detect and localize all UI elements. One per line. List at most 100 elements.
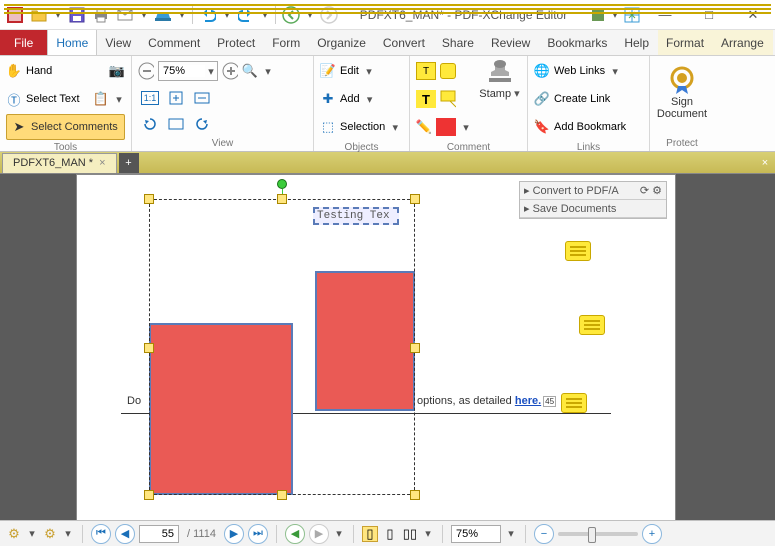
select-comments-tool[interactable]: ➤Select Comments [6,114,125,140]
nav-back-button[interactable]: ◀ [285,524,305,544]
sticky-note-icon[interactable] [440,63,456,79]
tab-protect[interactable]: Protect [209,30,264,55]
resize-handle[interactable] [410,194,420,204]
document-canvas[interactable]: ▸ Convert to PDF/A⟳ ⚙ ▸ Save Documents T… [0,174,775,520]
app-icon[interactable] [4,4,26,26]
sign-document-button[interactable]: Sign Document [656,58,708,120]
zoom-in-button[interactable]: + [642,524,662,544]
add-menu[interactable]: ✚Add▾ [320,86,403,112]
snapshot-icon[interactable]: 📷 [109,63,125,79]
back-icon[interactable] [280,4,302,26]
stamp-button[interactable]: Stamp ▾ [478,58,521,100]
print-icon[interactable] [90,4,112,26]
zoom-out-icon[interactable] [138,63,154,79]
file-menu[interactable]: File [0,30,47,55]
panel-convert[interactable]: ▸ Convert to PDF/A⟳ ⚙ [520,182,666,200]
mail-dropdown[interactable]: ▾ [138,8,150,21]
options2-icon[interactable]: ⚙ [42,526,58,542]
page-input[interactable] [139,525,179,543]
rotate-cw-icon[interactable] [190,112,214,136]
sticky-note[interactable] [565,241,591,261]
rotate-handle[interactable] [277,179,287,189]
nav-fwd-button[interactable]: ▶ [309,524,329,544]
add-bookmark-button[interactable]: 🔖Add Bookmark [534,114,643,140]
create-link-button[interactable]: 🔗Create Link [534,86,643,112]
tab-share[interactable]: Share [434,30,483,55]
open-dropdown[interactable]: ▾ [52,8,64,21]
resize-handle[interactable] [277,490,287,500]
open-icon[interactable] [28,4,50,26]
undo-dropdown[interactable]: ▾ [221,8,233,21]
hand-tool[interactable]: Hand [26,65,52,77]
select-text-tool[interactable]: Select Text [26,93,80,105]
selection-menu[interactable]: ⬚Selection▾ [320,114,403,140]
document-tabs: PDFXT6_MAN *× + × [0,152,775,174]
tab-help[interactable]: Help [616,30,658,55]
callout-icon[interactable] [440,91,456,107]
ui-icon[interactable] [621,4,643,26]
sticky-note[interactable] [579,315,605,335]
rotate-ccw-icon[interactable] [138,112,162,136]
last-page-button[interactable]: ⏭ [248,524,268,544]
tab-comment[interactable]: Comment [140,30,209,55]
zoom-in-icon[interactable] [222,63,238,79]
highlight-icon[interactable]: T [416,90,436,108]
tab-close-icon[interactable]: × [99,157,105,169]
resize-handle[interactable] [144,194,154,204]
fit-visible-icon[interactable] [164,112,188,136]
side-panel: ▸ Convert to PDF/A⟳ ⚙ ▸ Save Documents [519,181,667,219]
typewriter-icon[interactable]: T [416,62,436,80]
edit-menu[interactable]: 📝Edit▾ [320,58,403,84]
tabs-close-icon[interactable]: × [755,157,775,169]
tab-view[interactable]: View [97,30,140,55]
fit-width-icon[interactable] [190,86,214,110]
scan-dropdown[interactable]: ▾ [176,8,188,21]
tab-form[interactable]: Form [264,30,309,55]
mail-icon[interactable] [114,4,136,26]
undo-icon[interactable] [197,4,219,26]
actual-size-icon[interactable]: 1:1 [138,86,162,110]
zoom-combo[interactable]: ▾ [158,61,218,81]
fit-page-icon[interactable] [164,86,188,110]
tab-bookmarks[interactable]: Bookmarks [539,30,616,55]
tab-organize[interactable]: Organize [309,30,375,55]
back-dropdown[interactable]: ▾ [304,8,316,21]
next-page-button[interactable]: ▶ [224,524,244,544]
web-links-button[interactable]: 🌐Web Links▾ [534,58,643,84]
zoom-region-icon[interactable]: 🔍 [242,63,258,79]
status-zoom[interactable] [451,525,501,543]
tab-format[interactable]: Format [658,30,713,55]
first-page-button[interactable]: ⏮ [91,524,111,544]
layout-facing-icon[interactable]: ▯▯ [402,526,418,542]
layout-cont-icon[interactable]: ▯ [382,526,398,542]
clipboard-icon[interactable]: 📋 [93,91,109,107]
tab-home[interactable]: Home [47,30,97,55]
panel-save[interactable]: ▸ Save Documents [520,200,666,218]
resize-handle[interactable] [144,343,154,353]
options-icon[interactable]: ⚙ [6,526,22,542]
tab-arrange[interactable]: Arrange [713,30,773,55]
save-icon[interactable] [66,4,88,26]
redo-dropdown[interactable]: ▾ [259,8,271,21]
tab-convert[interactable]: Convert [375,30,434,55]
zoom-slider[interactable] [558,532,638,536]
zoom-out-button[interactable]: − [534,524,554,544]
pencil-icon[interactable]: ✏️ [416,119,432,135]
scan-icon[interactable] [152,4,174,26]
bookmark-icon: 🔖 [534,119,550,135]
document-tab[interactable]: PDFXT6_MAN *× [2,153,117,173]
redo-icon[interactable] [235,4,257,26]
prefs-dropdown[interactable]: ▾ [609,8,621,21]
prev-page-button[interactable]: ◀ [115,524,135,544]
resize-handle[interactable] [277,194,287,204]
new-tab-button[interactable]: + [119,153,139,173]
layout-single-icon[interactable]: ▯ [362,526,378,542]
prefs-icon[interactable] [587,4,609,26]
red-square-icon[interactable] [436,118,456,136]
resize-handle[interactable] [144,490,154,500]
tab-review[interactable]: Review [483,30,539,55]
resize-handle[interactable] [410,490,420,500]
resize-handle[interactable] [410,343,420,353]
fwd-icon[interactable] [318,4,340,26]
sticky-note[interactable] [561,393,587,413]
